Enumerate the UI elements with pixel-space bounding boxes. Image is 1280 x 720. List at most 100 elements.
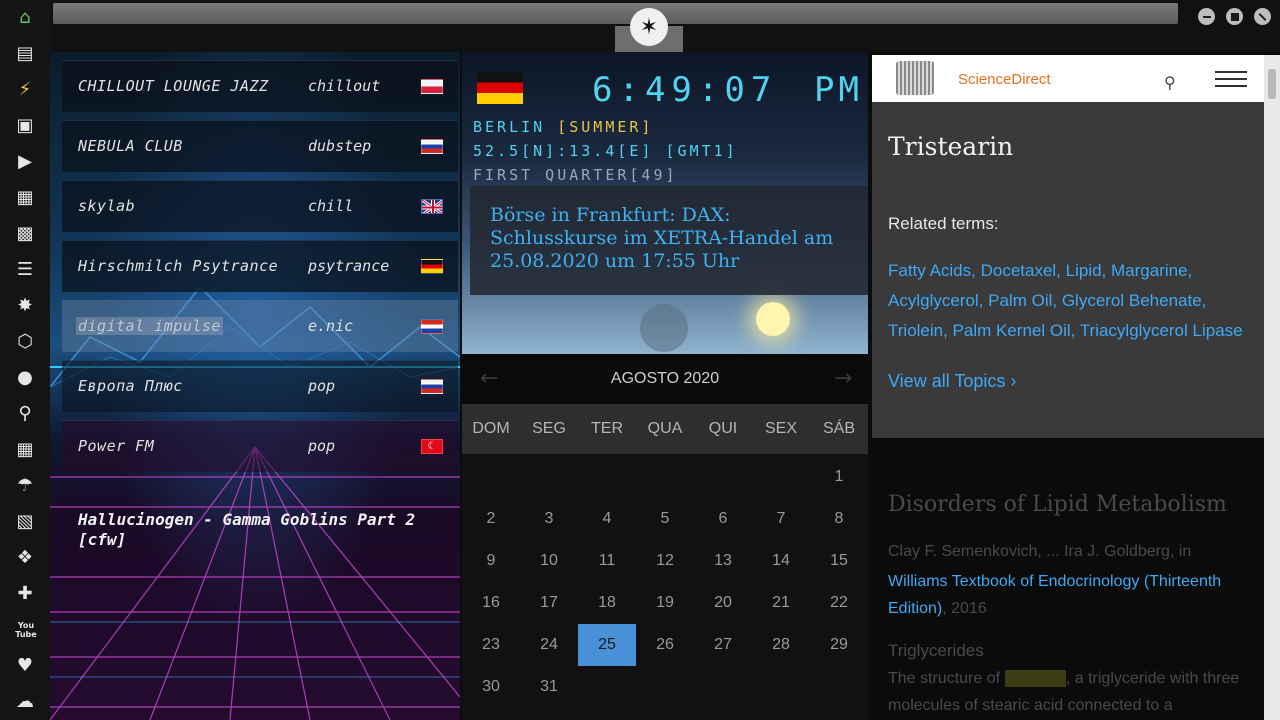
calendar-day[interactable]: 29	[810, 624, 868, 666]
season-label: [SUMMER]	[557, 118, 654, 136]
top-bar: ✶	[50, 0, 1280, 52]
calendar-day[interactable]: 12	[636, 540, 694, 582]
news-icon[interactable]: ☰	[14, 259, 36, 281]
bolt-icon[interactable]: ⚡	[14, 79, 36, 101]
station-row[interactable]: Европа Плюс pop	[62, 360, 458, 412]
heart-icon[interactable]: ♥	[14, 655, 36, 677]
view-all-topics-link[interactable]: View all Topics ›	[888, 371, 1016, 392]
calendar-day[interactable]: 8	[810, 498, 868, 540]
russia-flag-icon	[421, 379, 443, 394]
station-row[interactable]: Hirschmilch Psytrance psytrance	[62, 240, 458, 292]
clock-coordinates: 52.5[N]:13.4[E] [GMT1]	[473, 142, 738, 160]
calendar-day[interactable]: 26	[636, 624, 694, 666]
calendar-day[interactable]: 6	[694, 498, 752, 540]
calendar-day[interactable]: 17	[520, 582, 578, 624]
station-row[interactable]: Power FM pop ☾	[62, 420, 458, 472]
close-button[interactable]	[1254, 8, 1271, 25]
world-clock-widget: 6:49:07 PM BERLIN [SUMMER] 52.5[N]:13.4[…	[462, 52, 868, 354]
hamburger-menu-icon[interactable]	[1215, 71, 1247, 87]
book-link[interactable]: Williams Textbook of Endocrinology (Thir…	[888, 573, 1221, 617]
station-row[interactable]: NEBULA CLUB dubstep	[62, 120, 458, 172]
scrollbar[interactable]	[1264, 55, 1280, 720]
calendar-day[interactable]: 2	[462, 498, 520, 540]
calendar-day[interactable]: 5	[636, 498, 694, 540]
calendar-day[interactable]: 1	[810, 456, 868, 498]
calendar-day[interactable]: 31	[520, 666, 578, 708]
document-icon[interactable]: ▤	[14, 43, 36, 65]
weekday-label: SEG	[532, 420, 566, 437]
archive-icon[interactable]: ▣	[14, 115, 36, 137]
calendar-day[interactable]: 3	[520, 498, 578, 540]
youtube-icon[interactable]: You Tube	[14, 619, 38, 641]
calendar-day[interactable]: 14	[752, 540, 810, 582]
calendar-day[interactable]: 10	[520, 540, 578, 582]
clock-ampm: PM	[814, 70, 863, 110]
news-headline[interactable]: Börse in Frankfurt: DAX: Schlusskurse im…	[490, 204, 862, 273]
home-icon[interactable]: ⌂	[14, 7, 36, 29]
weekday-label: DOM	[472, 420, 510, 437]
station-row[interactable]: skylab chill	[62, 180, 458, 232]
news-ticker[interactable]: Börse in Frankfurt: DAX: Schlusskurse im…	[470, 186, 868, 295]
elsevier-logo-icon[interactable]	[896, 61, 934, 95]
search-icon[interactable]: ⚲	[1164, 73, 1176, 92]
address-bar[interactable]	[53, 3, 1178, 24]
calendar-day[interactable]: 4	[578, 498, 636, 540]
calendar-day[interactable]: 23	[462, 624, 520, 666]
sciencedirect-brand[interactable]: ScienceDirect	[958, 71, 1051, 88]
contact-icon[interactable]: ▧	[14, 511, 36, 533]
search-icon[interactable]: ⚲	[14, 403, 36, 425]
calendar-day[interactable]: 30	[462, 666, 520, 708]
neon-grid-floor	[50, 447, 460, 720]
umbrella-icon[interactable]: ☂	[14, 475, 36, 497]
topic-card: Tristearin Related terms: Fatty Acids, D…	[872, 102, 1264, 438]
globe-icon[interactable]: ●	[14, 367, 36, 389]
weekday-header: DOM SEG TER QUA QUI SEX SÁB	[462, 404, 868, 454]
clock-time: 6:49:07	[592, 70, 778, 110]
calendar-day[interactable]: 7	[752, 498, 810, 540]
chevron-right-icon: ›	[1010, 371, 1017, 391]
calendar-day[interactable]: 28	[752, 624, 810, 666]
calendar-day[interactable]: 19	[636, 582, 694, 624]
scrollbar-thumb[interactable]	[1268, 69, 1276, 99]
maximize-button[interactable]	[1226, 8, 1243, 25]
station-genre: e.nic	[308, 317, 354, 335]
calendar-day-today[interactable]: 25	[578, 624, 636, 666]
moon-phase: FIRST QUARTER[49]	[473, 166, 678, 184]
minimize-button[interactable]	[1198, 8, 1215, 25]
expand-icon[interactable]: ✚	[14, 583, 36, 605]
code-icon[interactable]: ❖	[14, 547, 36, 569]
calendar-day[interactable]: 20	[694, 582, 752, 624]
calendar-day[interactable]: 9	[462, 540, 520, 582]
weekday-label: SEX	[764, 420, 797, 437]
calendar-day[interactable]: 24	[520, 624, 578, 666]
play-icon[interactable]: ▶	[14, 151, 36, 173]
image-icon[interactable]: ▩	[14, 223, 36, 245]
calendar-day[interactable]: 16	[462, 582, 520, 624]
uk-flag-icon	[421, 199, 443, 214]
calendar-day[interactable]: 15	[810, 540, 868, 582]
related-terms-label: Related terms:	[888, 214, 999, 233]
calendar-month-label: AGOSTO 2020	[610, 370, 720, 387]
hexagon-icon[interactable]: ⬡	[14, 331, 36, 353]
calendar-day[interactable]: 21	[752, 582, 810, 624]
next-month-arrow-icon[interactable]: →	[834, 366, 852, 391]
related-terms-links[interactable]: Fatty Acids, Docetaxel, Lipid, Margarine…	[888, 256, 1256, 346]
germany-flag-icon	[477, 72, 523, 104]
station-row[interactable]: CHILLOUT LOUNGE JAZZ chillout	[62, 60, 458, 112]
cloud-icon[interactable]: ☁	[14, 691, 36, 713]
station-row-selected[interactable]: digital impulse e.nic	[62, 300, 458, 352]
calendar-day[interactable]: 11	[578, 540, 636, 582]
weekday-label: SÁB	[822, 420, 855, 437]
poland-flag-icon	[421, 79, 443, 94]
city-name: BERLIN	[473, 118, 558, 136]
map-icon[interactable]: ▦	[14, 439, 36, 461]
calendar-day[interactable]: 13	[694, 540, 752, 582]
rebel-emblem-icon[interactable]: ✶	[630, 8, 668, 46]
view-all-label[interactable]: View all Topics	[888, 371, 1005, 391]
translate-icon[interactable]: ▦	[14, 187, 36, 209]
rebel-icon[interactable]: ✸	[14, 295, 36, 317]
calendar-day[interactable]: 27	[694, 624, 752, 666]
calendar-day[interactable]: 22	[810, 582, 868, 624]
article-title[interactable]: Disorders of Lipid Metabolism	[888, 492, 1227, 517]
calendar-day[interactable]: 18	[578, 582, 636, 624]
